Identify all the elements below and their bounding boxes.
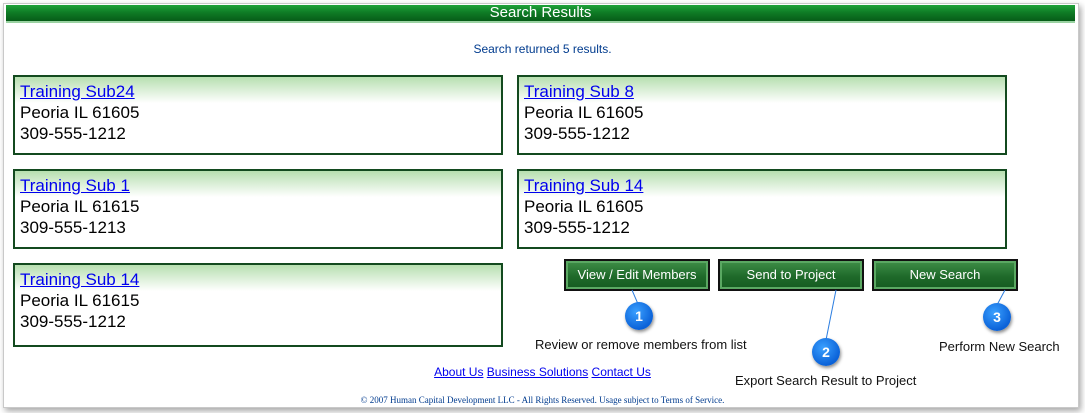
leader-line-2: [825, 289, 837, 341]
callout-text-3: Perform New Search: [939, 339, 1060, 354]
about-us-link[interactable]: About Us: [434, 365, 483, 379]
callout-badge-1: 1: [625, 302, 653, 330]
contact-us-link[interactable]: Contact Us: [592, 365, 651, 379]
callout-badge-2: 2: [812, 338, 840, 366]
copyright-notice: © 2007 Human Capital Development LLC - A…: [360, 395, 725, 405]
business-solutions-link[interactable]: Business Solutions: [487, 365, 588, 379]
footer-links: About Us Business Solutions Contact Us: [0, 365, 1085, 379]
callout-badge-3: 3: [983, 303, 1011, 331]
callout-text-1: Review or remove members from list: [535, 337, 747, 352]
